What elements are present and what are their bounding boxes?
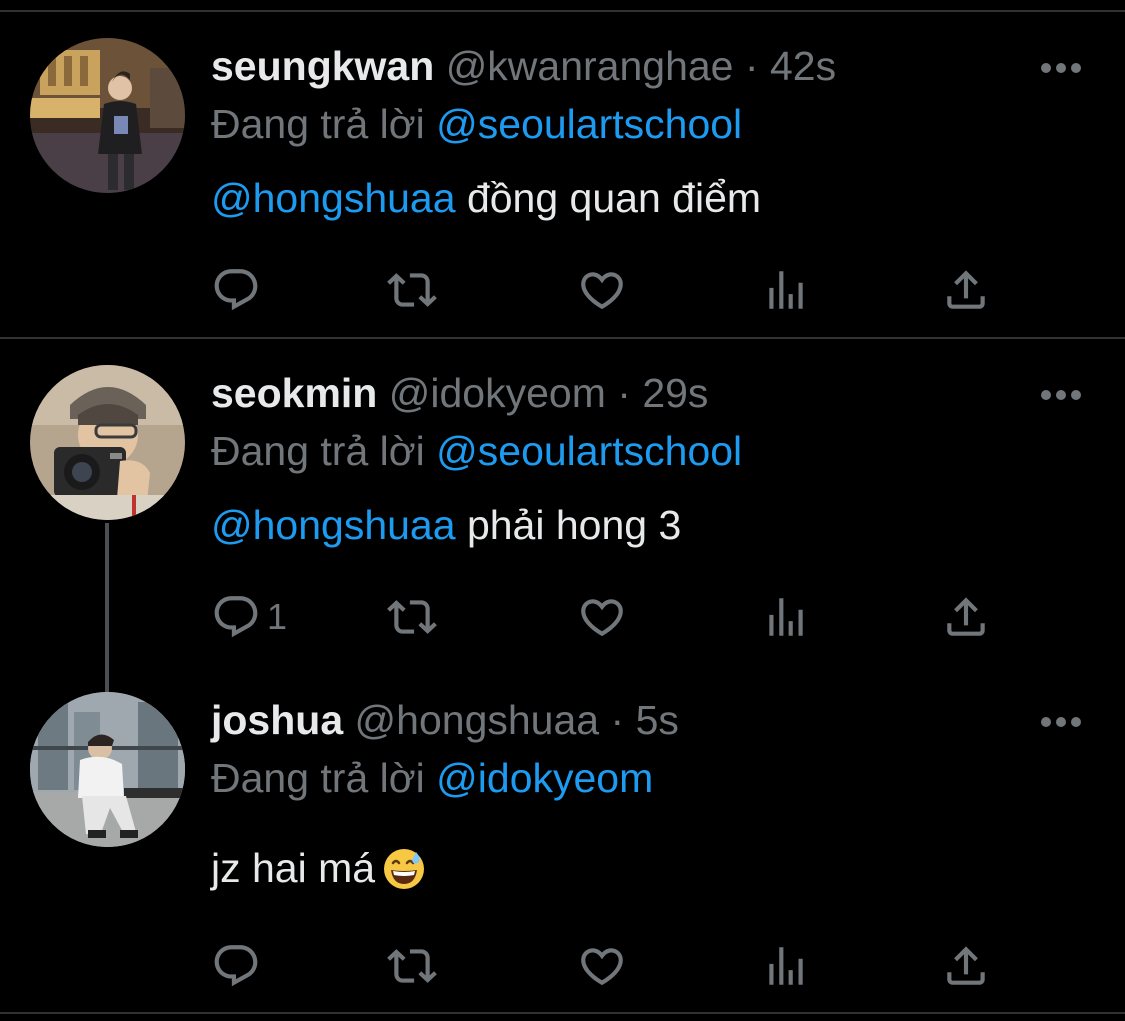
views-icon [761,592,811,642]
views-button[interactable] [761,593,811,641]
grinning-face-with-sweat-icon [384,849,425,889]
replying-to-label: Đang trả lời [211,428,425,474]
more-icon[interactable] [1040,716,1082,728]
timestamp[interactable]: 5s [636,697,679,743]
action-bar [211,942,1011,990]
tweet-header: joshua @hongshuaa · 5s [211,696,679,744]
separator: · [617,370,631,416]
views-icon [761,265,811,315]
tweet-mention[interactable]: @hongshuaa [211,502,456,548]
reply-button[interactable]: 1 [211,593,287,641]
reply-count: 1 [267,596,288,637]
tweet-header: seungkwan @kwanranghae · 42s [211,42,836,90]
username[interactable]: @kwanranghae [446,43,734,89]
share-icon [941,265,991,315]
action-bar [211,266,1011,314]
tweet-text: @hongshuaa đồng quan điểm [211,174,761,222]
replying-to: Đang trả lời @seoulartschool [211,100,742,148]
share-button[interactable] [941,266,991,314]
heart-icon [577,265,627,315]
tweet-body: phải hong 3 [466,502,682,548]
tweet-joshua[interactable]: joshua @hongshuaa · 5s Đang trả lời @ido… [0,666,1125,1010]
timestamp[interactable]: 42s [770,43,836,89]
views-button[interactable] [761,942,811,990]
share-button[interactable] [941,942,991,990]
share-icon [941,592,991,642]
tweet-seokmin[interactable]: seokmin @idokyeom · 29s Đang trả lời @se… [0,339,1125,693]
retweet-icon [387,941,437,991]
replying-to-mention[interactable]: @seoulartschool [436,428,742,474]
display-name[interactable]: seokmin [211,370,377,416]
more-icon[interactable] [1040,389,1082,401]
timestamp[interactable]: 29s [642,370,708,416]
like-button[interactable] [577,593,627,641]
reply-icon [211,265,261,315]
retweet-button[interactable] [387,593,437,641]
tweet-header: seokmin @idokyeom · 29s [211,369,708,417]
separator: · [744,43,759,89]
tweet-text: @hongshuaa phải hong 3 [211,501,681,549]
views-button[interactable] [761,266,811,314]
retweet-icon [387,265,437,315]
action-bar: 1 [211,593,1011,641]
retweet-button[interactable] [387,266,437,314]
replying-to-mention[interactable]: @seoulartschool [436,101,742,147]
tweet-mention[interactable]: @hongshuaa [211,175,456,221]
tweet-body: jz hai má [211,845,376,891]
tweet-seungkwan[interactable]: seungkwan @kwanranghae · 42s Đang trả lờ… [0,12,1125,336]
heart-icon [577,941,627,991]
avatar[interactable] [30,38,185,193]
like-button[interactable] [577,266,627,314]
reply-icon [211,592,261,642]
display-name[interactable]: seungkwan [211,43,434,89]
retweet-button[interactable] [387,942,437,990]
replying-to: Đang trả lời @seoulartschool [211,427,742,475]
share-icon [941,941,991,991]
avatar[interactable] [30,365,185,520]
reply-button[interactable] [211,266,267,314]
replying-to-label: Đang trả lời [211,101,425,147]
replying-to: Đang trả lời @idokyeom [211,754,653,802]
share-button[interactable] [941,593,991,641]
replying-to-label: Đang trả lời [211,755,425,801]
tweet-text: jz hai má [211,844,425,892]
bottom-divider [0,1012,1125,1014]
more-icon[interactable] [1040,62,1082,74]
separator: · [610,697,625,743]
tweet-body: đồng quan điểm [466,175,762,221]
views-icon [761,941,811,991]
reply-icon [211,941,261,991]
heart-icon [577,592,627,642]
avatar[interactable] [30,692,185,847]
username[interactable]: @idokyeom [389,370,606,416]
display-name[interactable]: joshua [211,697,343,743]
reply-button[interactable] [211,942,267,990]
username[interactable]: @hongshuaa [355,697,600,743]
like-button[interactable] [577,942,627,990]
retweet-icon [387,592,437,642]
replying-to-mention[interactable]: @idokyeom [436,755,653,801]
